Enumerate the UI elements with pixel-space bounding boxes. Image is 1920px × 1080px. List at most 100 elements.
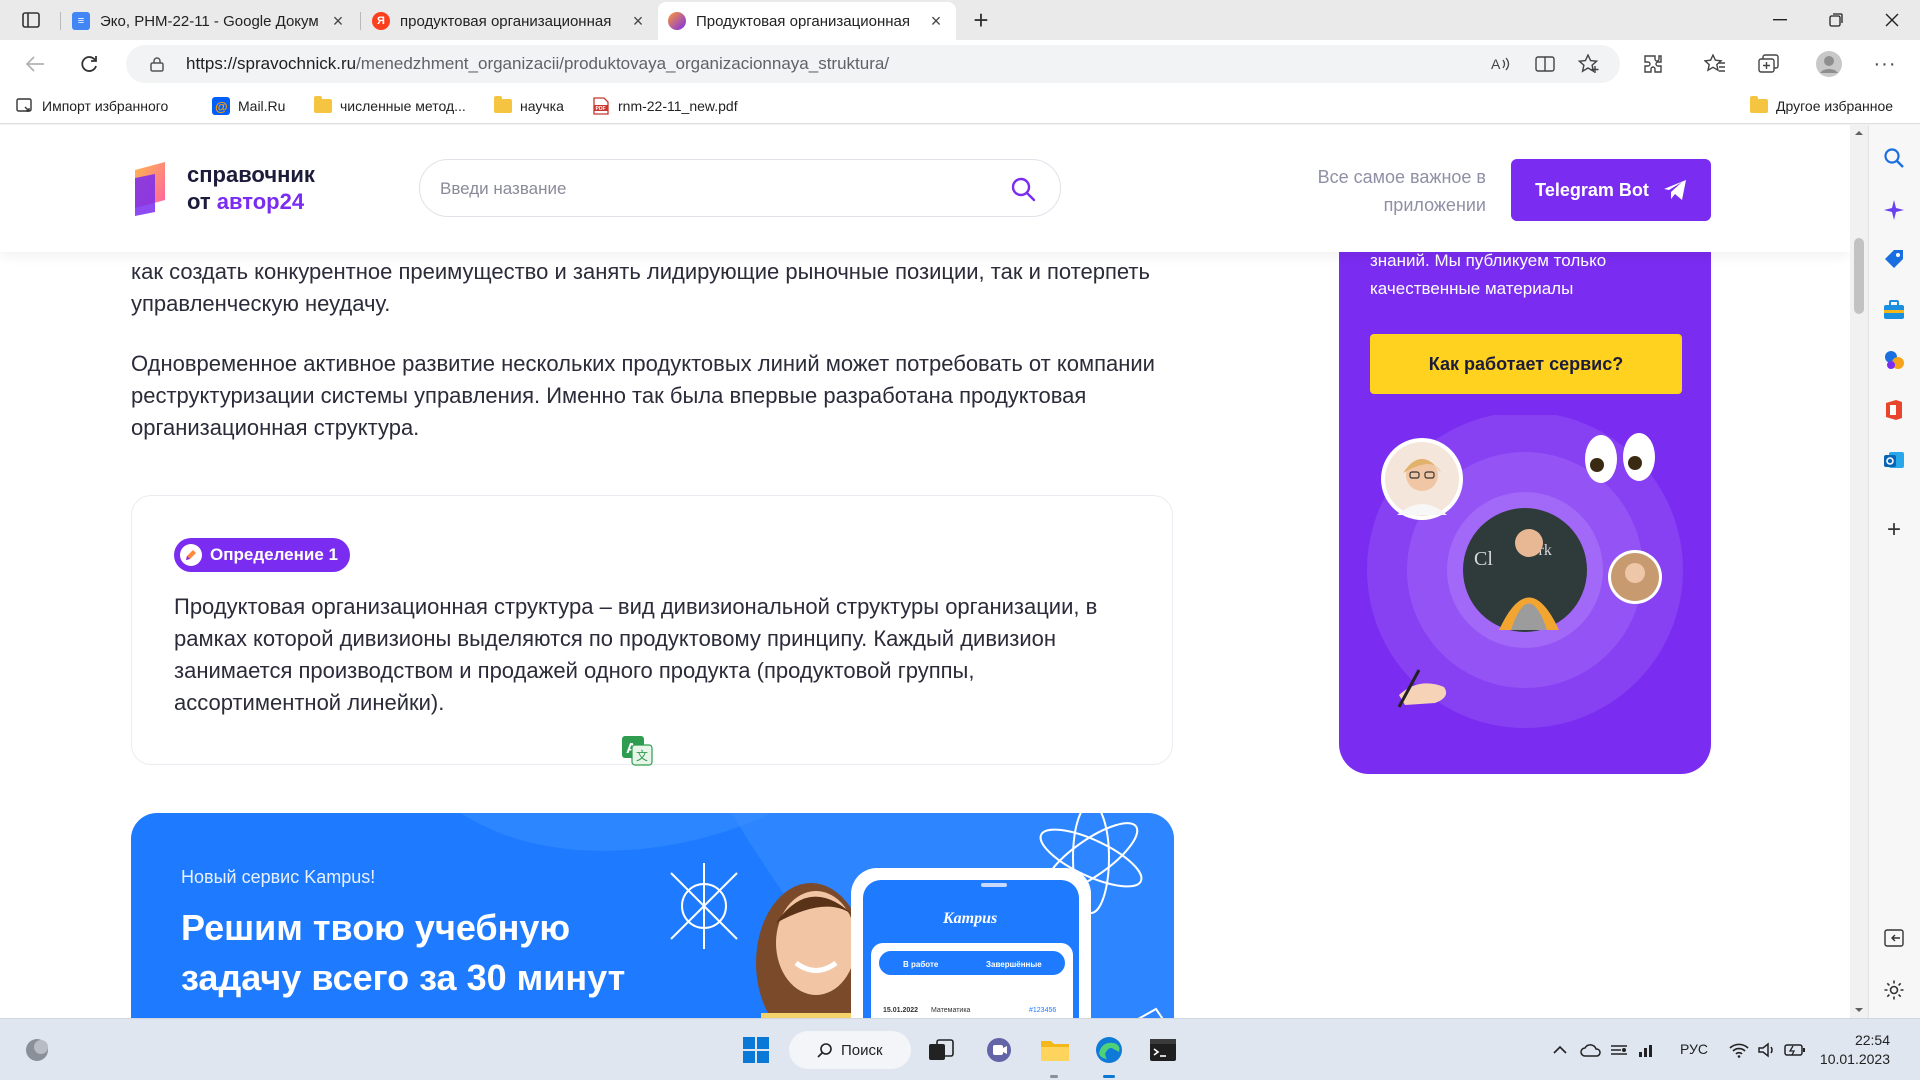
favorites-icon[interactable] [1704,53,1726,75]
pencil-icon [180,544,202,566]
language-indicator[interactable]: РУС [1680,1041,1708,1057]
scrollbar-thumb[interactable] [1854,238,1864,314]
volume-icon[interactable] [1754,1033,1780,1067]
search-placeholder: Введи название [440,179,567,198]
pdf-icon: PDF [592,97,610,115]
phone-row-subject: Математика [931,1007,971,1014]
app-promo-note[interactable]: Все самое важное в приложении [1300,163,1486,219]
search-icon[interactable] [1010,176,1036,202]
bookmarks-bar: Импорт избранного @ Mail.Ru численные ме… [0,88,1920,124]
tab-actions-icon[interactable] [18,7,44,33]
article-paragraph: как создать конкурентное преимущество и … [131,259,1150,316]
logo-prefix: от [187,189,217,214]
tab-label: продуктовая организационная [400,12,612,30]
office-icon[interactable] [1881,397,1907,423]
bookmark-label: численные метод... [340,98,466,114]
clock-time: 22:54 [1854,1032,1890,1048]
task-view-icon[interactable] [924,1033,958,1067]
taskbar-search[interactable]: Поиск [789,1031,911,1069]
logo-accent: автор24 [216,189,305,214]
reload-button[interactable] [74,49,104,79]
folder-icon [314,96,332,114]
telegram-icon [1663,180,1686,200]
reader-mode-icon[interactable] [1534,53,1556,75]
file-explorer-icon[interactable] [1038,1033,1072,1067]
collections-icon[interactable] [1758,53,1780,75]
teams-chat-icon[interactable] [982,1033,1016,1067]
windows-start-icon[interactable] [739,1033,773,1067]
site-search-input[interactable]: Введи название [419,159,1061,217]
add-favorite-icon[interactable] [1578,53,1600,75]
wifi-icon[interactable] [1726,1033,1752,1067]
lock-icon[interactable] [146,53,168,75]
network-settings-icon[interactable] [1606,1033,1632,1067]
url-box[interactable]: https://spravochnick.ru/menedzhment_orga… [126,45,1620,83]
scroll-down-icon[interactable] [1850,1004,1868,1016]
bookmark-import[interactable]: Импорт избранного [16,95,168,117]
show-hidden-icons[interactable] [1548,1033,1572,1067]
bookmark-folder-science[interactable]: научка [494,95,564,117]
sidebar-settings-icon[interactable] [1881,977,1907,1003]
close-tab-icon[interactable]: × [628,11,648,32]
profile-avatar[interactable] [1816,51,1842,77]
onedrive-icon[interactable] [1578,1033,1604,1067]
outlook-icon[interactable] [1881,447,1907,473]
more-menu-icon[interactable]: ··· [1874,53,1896,75]
promo-banner[interactable]: Kampus В работе Завершённые 15.01.2022 М… [131,813,1174,1018]
translate-icon[interactable]: A文 [621,735,653,767]
tab-yandex[interactable]: Я продуктовая организационная × [362,2,658,40]
edge-browser-icon[interactable] [1092,1033,1126,1067]
logo-icon[interactable] [131,160,169,216]
folder-icon [1750,96,1768,114]
url-text[interactable]: https://spravochnick.ru/menedzhment_orga… [186,54,889,74]
add-sidebar-app-icon[interactable]: + [1881,516,1907,543]
definition-text: Продуктовая организационная структура – … [174,594,1098,715]
definition-card: Определение 1 Продуктовая организационна… [131,495,1173,765]
folder-icon [494,96,512,114]
bookmark-pdf[interactable]: PDF rnm-22-11_new.pdf [592,95,738,117]
tab-bar: ≡ Эко, РНМ-22-11 - Google Докум × Я прод… [0,0,1920,40]
weather-icon[interactable] [20,1033,54,1067]
bookmark-other[interactable]: Другое избранное [1750,95,1893,117]
search-icon [817,1043,832,1058]
tab-separator [360,12,361,30]
close-tab-icon[interactable]: × [926,11,946,32]
how-service-works-button[interactable]: Как работает сервис? [1370,334,1682,394]
page-scrollbar[interactable] [1850,125,1868,1018]
close-window-button[interactable] [1864,0,1920,40]
bookmark-folder-numerical[interactable]: численные метод... [314,95,466,117]
telegram-bot-button[interactable]: Telegram Bot [1511,159,1711,221]
new-tab-button[interactable]: + [966,5,996,35]
phone-row-id: #123456 [1029,1007,1056,1014]
read-aloud-icon[interactable]: A [1490,53,1512,75]
logo-line-1: справочник [187,162,315,187]
site-logo-text[interactable]: справочник от автор24 [187,161,315,215]
system-clock[interactable]: 22:54 10.01.2023 [1800,1031,1890,1069]
tab-google-docs[interactable]: ≡ Эко, РНМ-22-11 - Google Докум × [62,2,358,40]
definition-badge: Определение 1 [174,538,350,572]
shopping-tag-icon[interactable] [1881,247,1907,273]
sidebar-search-icon[interactable] [1881,145,1907,171]
bookmark-mailru[interactable]: @ Mail.Ru [212,95,285,117]
terminal-icon[interactable] [1146,1033,1180,1067]
restore-button[interactable] [1808,0,1864,40]
site-header: справочник от автор24 Введи название Все… [0,125,1850,252]
url-path: /menedzhment_organizacii/produktovaya_or… [356,54,890,73]
telegram-button-label: Telegram Bot [1535,179,1649,200]
hide-sidebar-icon[interactable] [1881,925,1907,951]
mailru-icon: @ [212,97,230,115]
signal-icon[interactable] [1634,1033,1660,1067]
bookmark-label: Импорт избранного [42,98,169,114]
yandex-icon: Я [372,12,390,30]
sparkle-icon[interactable] [1881,197,1907,223]
minimize-button[interactable] [1752,0,1808,40]
extensions-icon[interactable] [1642,53,1664,75]
games-icon[interactable] [1881,347,1907,373]
back-button[interactable] [20,49,50,79]
tab-spravochnick[interactable]: Продуктовая организационная × [658,2,956,40]
close-tab-icon[interactable]: × [328,11,348,32]
kampus-icon [668,12,686,30]
scroll-up-icon[interactable] [1850,127,1868,139]
definition-badge-label: Определение 1 [210,545,338,564]
tools-icon[interactable] [1881,297,1907,323]
